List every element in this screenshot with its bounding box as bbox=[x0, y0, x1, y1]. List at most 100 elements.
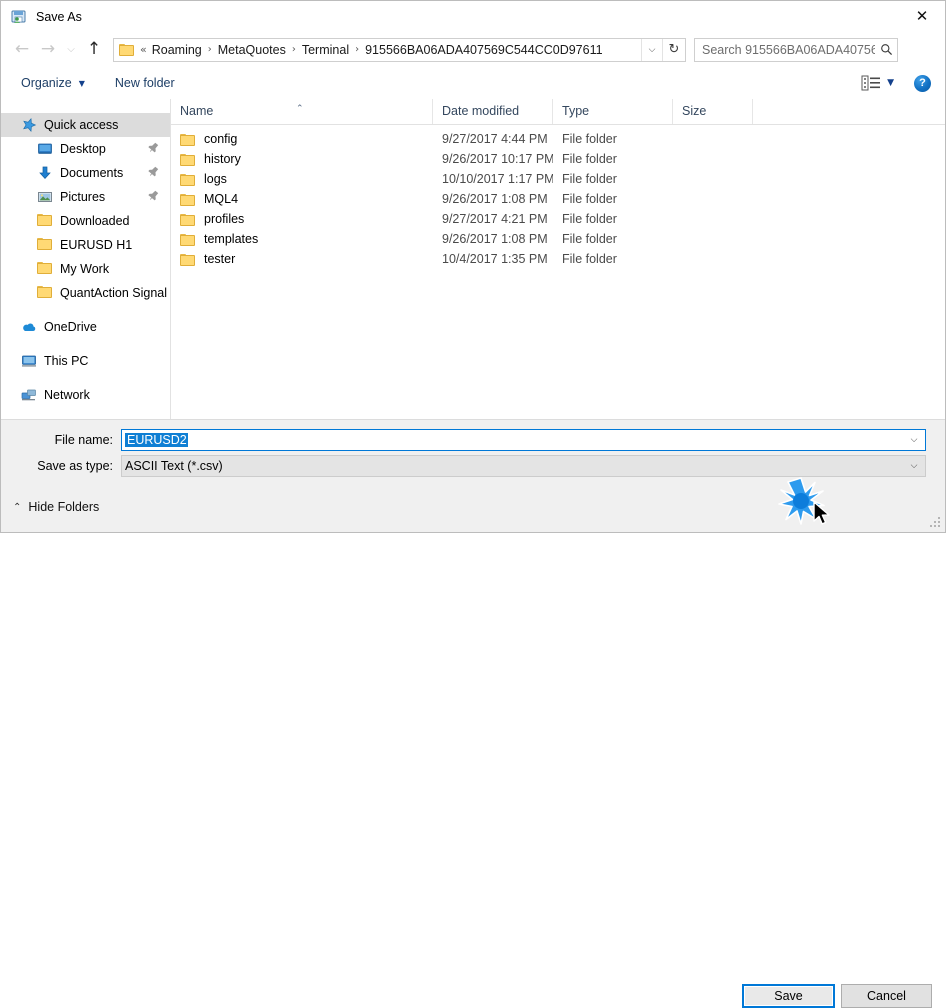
back-icon[interactable]: ← bbox=[9, 35, 35, 65]
table-row[interactable]: profiles 9/27/2017 4:21 PM File folder bbox=[171, 209, 945, 229]
breadcrumb-separator[interactable]: › bbox=[352, 44, 362, 55]
sidebar-item-onedrive[interactable]: OneDrive bbox=[1, 315, 170, 339]
sidebar-item-label: Documents bbox=[60, 166, 124, 180]
folder-icon bbox=[180, 173, 195, 186]
search-icon bbox=[875, 43, 897, 56]
table-row[interactable]: config 9/27/2017 4:44 PM File folder bbox=[171, 129, 945, 149]
file-type-row: Save as type: ASCII Text (*.csv) ⌵ bbox=[1, 455, 945, 477]
breadcrumb-overflow-icon[interactable]: « bbox=[140, 43, 149, 56]
folder-icon bbox=[180, 233, 195, 246]
folder-icon bbox=[180, 133, 195, 146]
file-name-label: tester bbox=[204, 252, 236, 266]
file-type-cell: File folder bbox=[562, 212, 617, 226]
column-label: Name bbox=[180, 104, 214, 118]
file-name-row: File name: EURUSD2 ⌵ bbox=[1, 429, 945, 451]
sidebar-item-label: Downloaded bbox=[60, 214, 130, 228]
view-mode-icon[interactable] bbox=[861, 75, 881, 91]
file-name-cell: MQL4 bbox=[171, 192, 433, 206]
breadcrumb-item-terminal[interactable]: Terminal bbox=[299, 41, 352, 59]
folder-icon bbox=[180, 193, 195, 206]
sidebar-item-quantaction-signal[interactable]: QuantAction Signal bbox=[1, 281, 170, 305]
pin-icon[interactable] bbox=[144, 188, 161, 206]
save-button[interactable]: Save bbox=[742, 984, 835, 1008]
folder-icon bbox=[119, 43, 135, 57]
file-type-cell: File folder bbox=[562, 132, 617, 146]
file-name-label: logs bbox=[204, 172, 227, 186]
file-type-cell: File folder bbox=[562, 192, 617, 206]
breadcrumb-item-roaming[interactable]: Roaming bbox=[149, 41, 205, 59]
table-row[interactable]: history 9/26/2017 10:17 PM File folder bbox=[171, 149, 945, 169]
file-name-cell: logs bbox=[171, 172, 433, 186]
close-icon[interactable]: ✕ bbox=[899, 1, 945, 31]
chevron-down-icon[interactable]: ⌵ bbox=[903, 461, 925, 471]
file-date-cell: 9/26/2017 1:08 PM bbox=[442, 192, 548, 206]
column-header-size[interactable]: Size bbox=[673, 99, 753, 124]
up-icon[interactable]: ↑ bbox=[81, 35, 107, 65]
refresh-icon[interactable]: ↻ bbox=[662, 38, 685, 61]
breadcrumb-item-terminal-id[interactable]: 915566BA06ADA407569C544CC0D97611 bbox=[362, 41, 605, 59]
save-as-type-label: Save as type: bbox=[37, 459, 113, 473]
breadcrumb-separator[interactable]: › bbox=[205, 44, 215, 55]
chevron-down-icon[interactable]: ⌵ bbox=[903, 435, 925, 445]
sidebar-item-downloaded[interactable]: Downloaded bbox=[1, 209, 170, 233]
table-row[interactable]: logs 10/10/2017 1:17 PM File folder bbox=[171, 169, 945, 189]
file-name-value[interactable]: EURUSD2 bbox=[122, 433, 903, 447]
search-input[interactable]: Search 915566BA06ADA40756... bbox=[695, 43, 875, 57]
sidebar-item-quick-access[interactable]: Quick access bbox=[1, 113, 170, 137]
file-name-label: File name: bbox=[54, 433, 113, 447]
save-as-type-select[interactable]: ASCII Text (*.csv) ⌵ bbox=[121, 455, 926, 477]
this-pc-icon bbox=[21, 353, 37, 369]
hide-folders-button[interactable]: ⌃ Hide Folders bbox=[13, 500, 99, 514]
breadcrumb: « Roaming › MetaQuotes › Terminal › 9155… bbox=[140, 41, 641, 59]
cancel-button[interactable]: Cancel bbox=[841, 984, 932, 1008]
chevron-down-icon[interactable]: ⌵ bbox=[641, 38, 662, 61]
file-date-cell: 9/26/2017 1:08 PM bbox=[442, 232, 548, 246]
recent-locations-icon[interactable]: ⌵ bbox=[61, 35, 81, 65]
file-date-cell: 10/4/2017 1:35 PM bbox=[442, 252, 548, 266]
address-bar[interactable]: « Roaming › MetaQuotes › Terminal › 9155… bbox=[113, 37, 686, 62]
file-name-label: config bbox=[204, 132, 238, 146]
organize-button[interactable]: Organize ▼ bbox=[13, 72, 93, 94]
window-title: Save As bbox=[36, 9, 82, 24]
sort-ascending-icon: ⌃ bbox=[296, 104, 304, 114]
sidebar-item-label: EURUSD H1 bbox=[60, 238, 133, 252]
chevron-down-icon: ▼ bbox=[78, 78, 85, 88]
breadcrumb-item-metaquotes[interactable]: MetaQuotes bbox=[215, 41, 289, 59]
file-list: Name ⌃ Date modified Type Size config 9/… bbox=[171, 99, 945, 419]
table-row[interactable]: templates 9/26/2017 1:08 PM File folder bbox=[171, 229, 945, 249]
chevron-down-icon[interactable]: ▼ bbox=[887, 78, 894, 88]
file-name-cell: config bbox=[171, 132, 433, 146]
file-rows: config 9/27/2017 4:44 PM File folder his… bbox=[171, 125, 945, 269]
breadcrumb-separator[interactable]: › bbox=[289, 44, 299, 55]
pin-icon[interactable] bbox=[144, 140, 161, 158]
column-header-row: Name ⌃ Date modified Type Size bbox=[171, 99, 945, 125]
sidebar-item-network[interactable]: Network bbox=[1, 383, 170, 407]
file-date-cell: 9/27/2017 4:44 PM bbox=[442, 132, 548, 146]
sidebar-item-my-work[interactable]: My Work bbox=[1, 257, 170, 281]
file-date-cell: 10/10/2017 1:17 PM bbox=[442, 172, 553, 186]
file-name-input[interactable]: EURUSD2 ⌵ bbox=[121, 429, 926, 451]
file-name-label: profiles bbox=[204, 212, 245, 226]
new-folder-button[interactable]: New folder bbox=[107, 72, 183, 94]
file-type-cell: File folder bbox=[562, 252, 617, 266]
sidebar-item-documents[interactable]: Documents bbox=[1, 161, 170, 185]
sidebar-item-pictures[interactable]: Pictures bbox=[1, 185, 170, 209]
pin-icon[interactable] bbox=[144, 164, 161, 182]
column-header-date-modified[interactable]: Date modified bbox=[433, 99, 553, 124]
sidebar-item-eurusd-h1[interactable]: EURUSD H1 bbox=[1, 233, 170, 257]
column-header-type[interactable]: Type bbox=[553, 99, 673, 124]
sidebar-item-this-pc[interactable]: This PC bbox=[1, 349, 170, 373]
file-name-label: history bbox=[204, 152, 241, 166]
sidebar-item-label: This PC bbox=[44, 354, 89, 368]
table-row[interactable]: MQL4 9/26/2017 1:08 PM File folder bbox=[171, 189, 945, 209]
file-date-cell: 9/27/2017 4:21 PM bbox=[442, 212, 548, 226]
column-header-name[interactable]: Name ⌃ bbox=[171, 99, 433, 124]
table-row[interactable]: tester 10/4/2017 1:35 PM File folder bbox=[171, 249, 945, 269]
resize-grip[interactable] bbox=[930, 517, 942, 529]
forward-icon[interactable]: → bbox=[35, 35, 61, 65]
sidebar-item-desktop[interactable]: Desktop bbox=[1, 137, 170, 161]
help-button[interactable]: ? bbox=[914, 74, 931, 92]
save-as-dialog: Save As ✕ ← → ⌵ ↑ « Roaming › MetaQuotes… bbox=[0, 0, 946, 1008]
search-box[interactable]: Search 915566BA06ADA40756... bbox=[694, 37, 898, 62]
